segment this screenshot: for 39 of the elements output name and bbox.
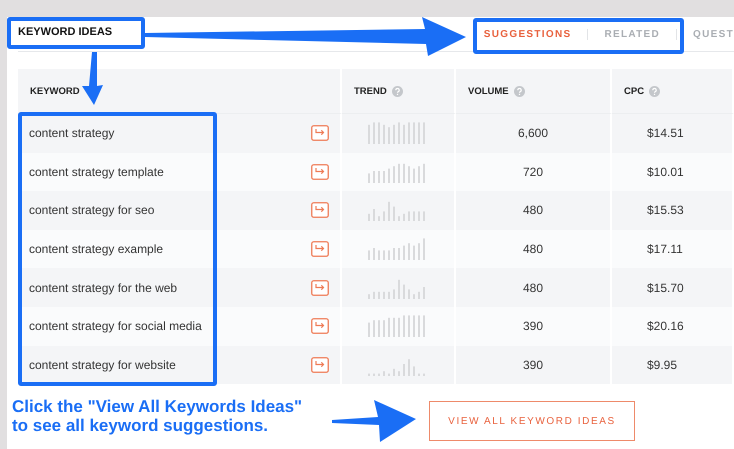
volume-value: 6,600	[516, 126, 550, 140]
volume-value: 390	[522, 358, 544, 372]
view-all-button[interactable]: VIEW ALL KEYWORD IDEAS	[429, 401, 635, 442]
trend-sparkline	[368, 122, 428, 144]
trend-sparkline	[368, 315, 428, 338]
volume-value: 390	[522, 319, 544, 334]
keyword-text: content strategy template	[28, 164, 165, 179]
column-header: CPC	[612, 69, 734, 114]
volume-value: 480	[522, 242, 544, 256]
arrow	[82, 52, 103, 105]
column-header: VOLUME	[456, 69, 612, 114]
cpc-value: $15.53	[646, 203, 684, 218]
keyword-text: content strategy example	[28, 242, 164, 256]
tab[interactable]: SUGGESTIONS	[468, 28, 588, 40]
keyword-text: content strategy for the web	[28, 280, 178, 295]
cpc-value: $9.95	[646, 358, 678, 372]
tab[interactable]: RELATED	[588, 28, 678, 40]
help-icon[interactable]	[649, 86, 660, 96]
column-header: KEYWORD	[18, 69, 342, 114]
help-icon[interactable]	[514, 86, 525, 96]
keyword-text: content strategy	[28, 126, 116, 140]
keyword-text: content strategy for social media	[28, 319, 203, 334]
trend-sparkline	[368, 199, 428, 222]
column-header: TREND	[342, 69, 456, 114]
cpc-value: $15.70	[646, 280, 684, 295]
volume-value: 480	[522, 203, 544, 218]
volume-value: 480	[522, 280, 544, 295]
section-title: KEYWORD IDEAS	[18, 26, 114, 38]
keyword-text: content strategy for website	[28, 358, 177, 372]
help-icon[interactable]	[392, 86, 403, 96]
annotation-text: Click the "View All Keywords Ideas" to see all keyword suggestions.	[12, 397, 302, 435]
cpc-value: $10.01	[646, 164, 684, 179]
trend-sparkline	[368, 238, 428, 260]
cpc-value: $17.11	[646, 242, 683, 256]
tab[interactable]: QUEST	[677, 28, 734, 40]
cpc-value: $20.16	[646, 319, 684, 334]
cpc-value: $14.51	[646, 126, 684, 140]
volume-value: 720	[522, 164, 544, 179]
keyword-text: content strategy for seo	[28, 203, 156, 218]
